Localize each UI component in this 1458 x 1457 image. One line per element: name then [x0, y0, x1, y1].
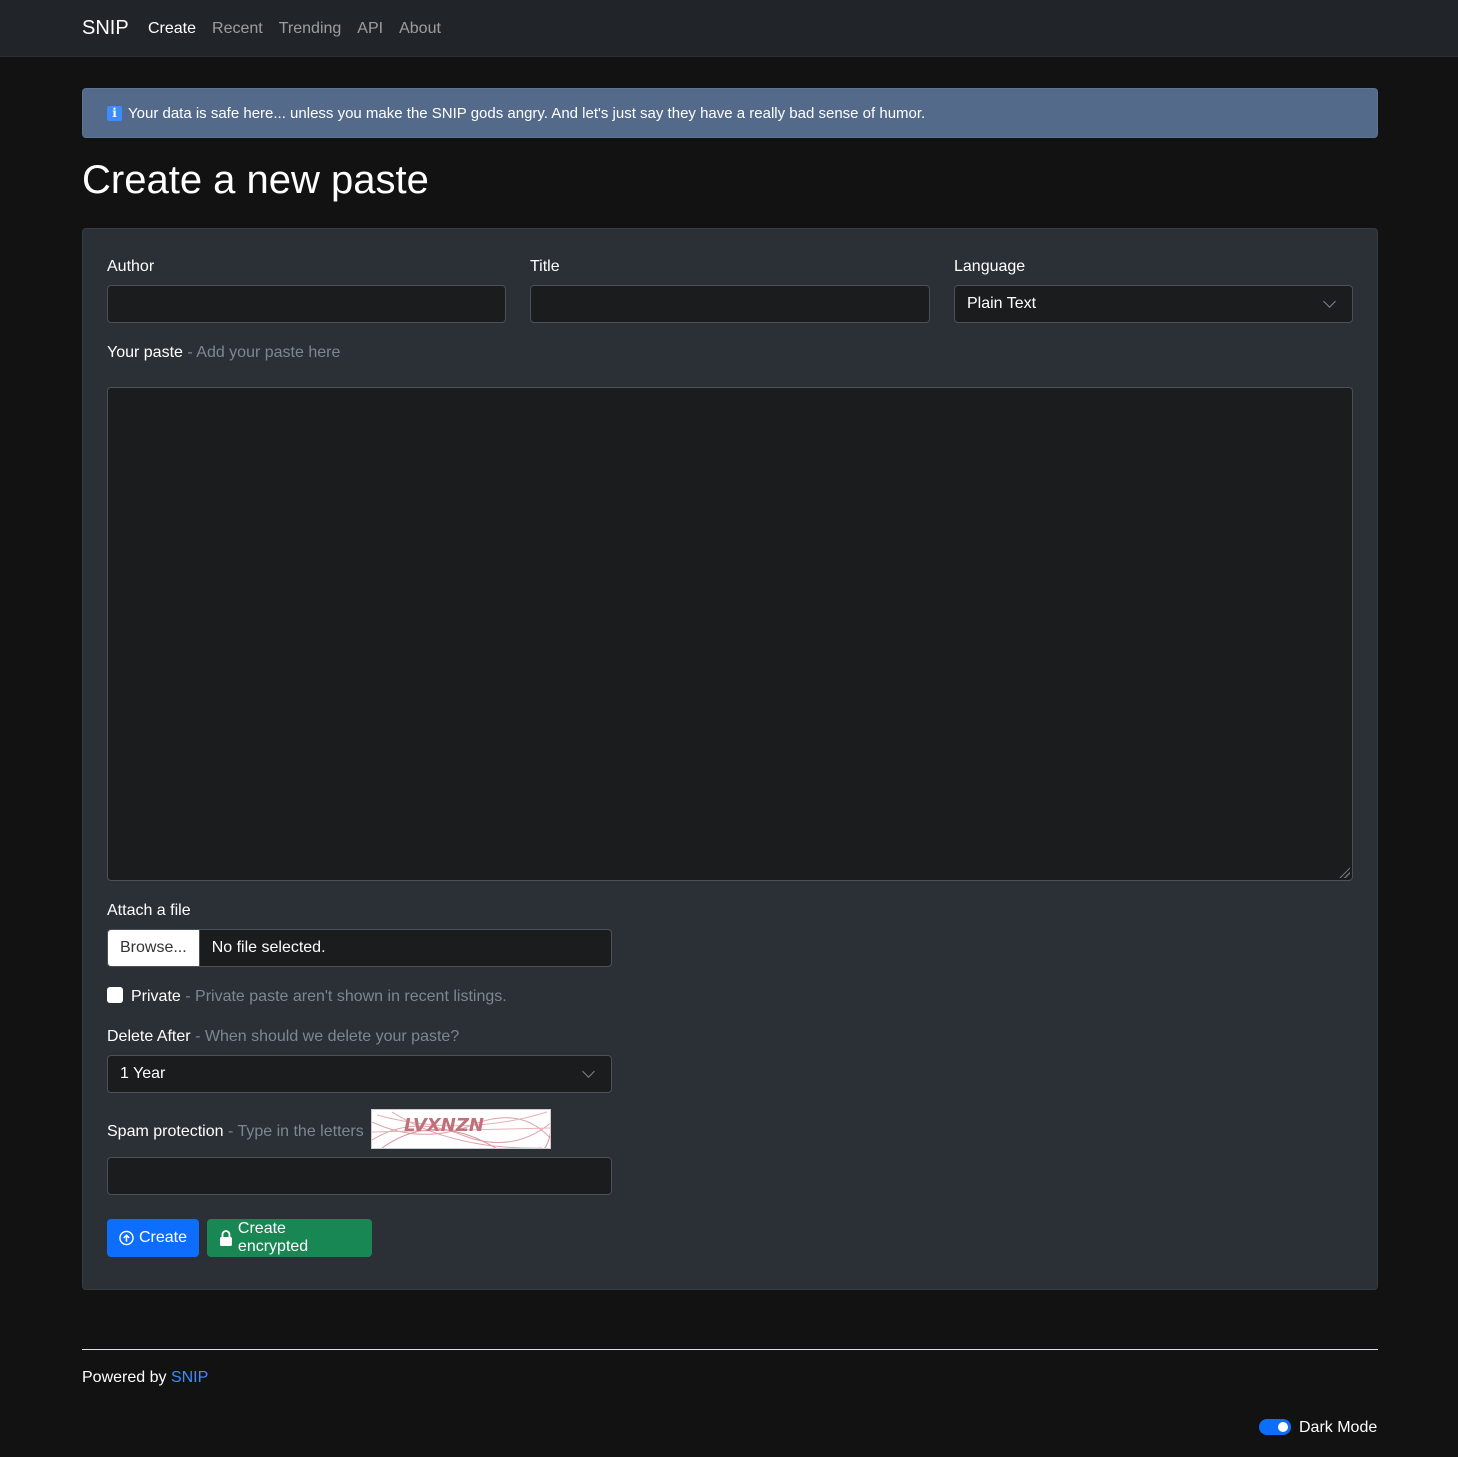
language-select[interactable]: Plain Text [954, 285, 1353, 323]
private-hint: - Private paste aren't shown in recent l… [185, 988, 507, 1005]
author-label: Author [107, 258, 155, 275]
captcha-text: LVXNZN [404, 1115, 484, 1136]
title-input[interactable] [530, 285, 930, 323]
chevron-down-icon [1323, 295, 1336, 308]
title-label: Title [530, 258, 560, 275]
spam-label-group: Spam protection - Type in the letters [107, 1123, 364, 1141]
page-title: Create a new paste [82, 158, 429, 202]
delete-label-group: Delete After - When should we delete you… [107, 1028, 459, 1046]
delete-after-value: 1 Year [120, 1065, 166, 1082]
nav-recent[interactable]: Recent [212, 20, 263, 38]
private-label: Private [131, 988, 181, 1005]
captcha-input[interactable] [107, 1157, 612, 1195]
nav-menu: Create Recent Trending API About [148, 20, 441, 38]
delete-after-select[interactable]: 1 Year [107, 1055, 612, 1093]
language-label: Language [954, 258, 1026, 275]
powered-prefix: Powered by [82, 1369, 167, 1386]
toggle-knob [1278, 1422, 1288, 1432]
delete-hint: - When should we delete your paste? [195, 1028, 460, 1045]
dark-mode-label: Dark Mode [1299, 1419, 1378, 1436]
attach-label: Attach a file [107, 902, 191, 919]
delete-label: Delete After [107, 1028, 191, 1045]
dark-mode-toggle[interactable] [1259, 1419, 1291, 1435]
language-value: Plain Text [967, 295, 1037, 312]
create-encrypted-label: Create encrypted [237, 1220, 309, 1255]
private-label-group: Private - Private paste aren't shown in … [131, 988, 507, 1006]
nav-about[interactable]: About [399, 20, 441, 38]
snip-link[interactable]: SNIP [171, 1369, 208, 1386]
create-encrypted-button[interactable]: Create encrypted [207, 1219, 372, 1257]
resize-handle-icon[interactable] [1338, 866, 1350, 878]
arrow-up-circle-icon [119, 1230, 134, 1246]
spam-hint: - Type in the letters [227, 1123, 364, 1140]
paste-form-card: Author Title Language Plain Text Your pa… [82, 228, 1378, 1290]
nav-api[interactable]: API [357, 20, 383, 38]
lock-icon [219, 1230, 232, 1246]
create-button[interactable]: Create [107, 1219, 199, 1257]
chevron-down-icon [582, 1065, 595, 1078]
nav-trending[interactable]: Trending [279, 20, 342, 38]
file-status: No file selected. [211, 939, 326, 956]
alert-text: Your data is safe here... unless you mak… [128, 104, 926, 122]
paste-label: Your paste [107, 344, 183, 361]
nav-create[interactable]: Create [148, 20, 196, 38]
footer-divider [82, 1349, 1378, 1350]
create-button-label: Create [138, 1229, 187, 1246]
file-input[interactable]: Browse... No file selected. [107, 929, 612, 967]
info-icon: i [107, 105, 122, 121]
paste-hint: - Add your paste here [187, 344, 341, 361]
browse-button[interactable]: Browse... [108, 930, 200, 966]
brand-logo[interactable]: SNIP [82, 17, 129, 40]
paste-label-group: Your paste - Add your paste here [107, 344, 340, 362]
navbar: SNIP Create Recent Trending API About [0, 0, 1458, 57]
private-checkbox[interactable] [107, 987, 123, 1003]
spam-label: Spam protection [107, 1123, 224, 1140]
captcha-image: LVXNZN [371, 1109, 551, 1149]
author-input[interactable] [107, 285, 506, 323]
paste-textarea[interactable] [107, 387, 1353, 881]
info-alert: i Your data is safe here... unless you m… [82, 88, 1378, 138]
powered-by: Powered by SNIP [82, 1369, 208, 1387]
